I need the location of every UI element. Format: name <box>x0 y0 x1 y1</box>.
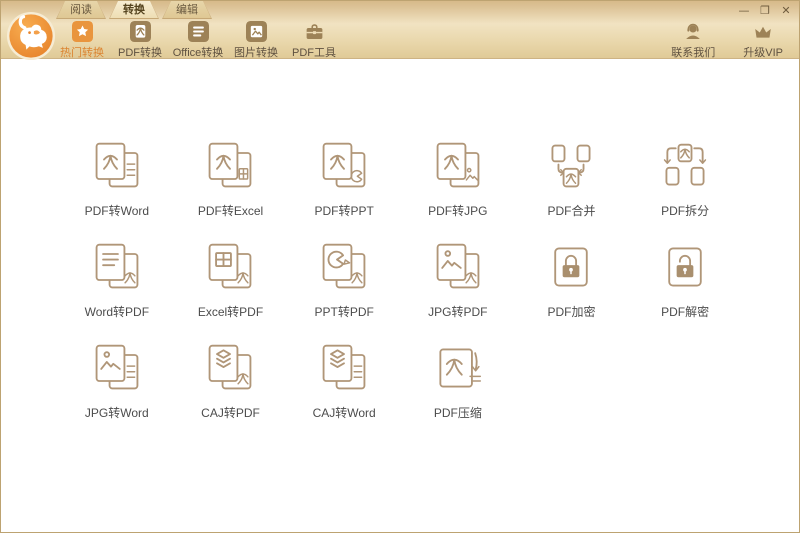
grid-item-pdf-decrypt[interactable]: PDF解密 <box>628 229 742 330</box>
toolbar-item-image-file[interactable]: 图片转换 <box>227 21 285 60</box>
window-controls: — ❐ ✕ <box>737 4 793 18</box>
tab-edit[interactable]: 编辑 <box>162 1 212 19</box>
headset-person-icon <box>682 21 704 42</box>
toolbar-item-star[interactable]: 热门转换 <box>53 21 111 60</box>
conversion-grid: PDF转Word PDF转Excel PDF转PPT PDF转JPG PDF合并 PDF拆… <box>60 128 742 431</box>
app-window: { "window": { "controls": { "minimize": … <box>0 0 800 533</box>
grid-item-label: Excel转PDF <box>197 305 264 319</box>
header: 阅读 转换 编辑 热门转换 PDF转换 Office转换 图片转换 PDF工具 联系我们 升级… <box>1 1 799 61</box>
grid-item-label: CAJ转Word <box>312 406 376 420</box>
toolbar-item-label: 热门转换 <box>60 47 104 59</box>
caj-to-word-icon <box>318 342 370 394</box>
grid-item-label: CAJ转PDF <box>201 406 260 420</box>
grid-item-caj-to-pdf[interactable]: CAJ转PDF <box>174 330 288 431</box>
grid-item-pdf-to-jpg[interactable]: PDF转JPG <box>401 128 515 229</box>
grid-item-label: PDF转Excel <box>197 204 264 218</box>
grid-item-label: PDF合并 <box>547 204 596 218</box>
pdf-compress-icon <box>432 342 484 394</box>
header-action-crown[interactable]: 升级VIP <box>743 21 783 60</box>
grid-item-pdf-compress[interactable]: PDF压缩 <box>401 330 515 431</box>
header-action-headset-person[interactable]: 联系我们 <box>671 21 715 60</box>
grid-item-pdf-merge[interactable]: PDF合并 <box>515 128 629 229</box>
toolbar-item-label: Office转换 <box>172 47 224 59</box>
grid-item-label: PDF转JPG <box>428 204 488 218</box>
grid-item-excel-to-pdf[interactable]: Excel转PDF <box>174 229 288 330</box>
grid-item-label: Word转PDF <box>84 305 150 319</box>
caj-to-pdf-icon <box>204 342 256 394</box>
toolbar: 热门转换 PDF转换 Office转换 图片转换 PDF工具 <box>53 21 343 60</box>
app-logo-icon[interactable] <box>6 11 56 61</box>
grid-item-label: PDF加密 <box>547 305 596 319</box>
header-right-actions: 联系我们 升级VIP <box>671 21 783 60</box>
header-action-label: 升级VIP <box>743 47 783 59</box>
grid-item-label: PPT转PDF <box>314 305 374 319</box>
excel-to-pdf-icon <box>204 241 256 293</box>
word-to-pdf-icon <box>91 241 143 293</box>
star-icon <box>71 21 93 42</box>
grid-item-label: PDF转Word <box>84 204 150 218</box>
toolbar-item-pdf-file[interactable]: PDF转换 <box>111 21 169 60</box>
grid-item-label: PDF拆分 <box>661 204 710 218</box>
toolbar-item-label: PDF工具 <box>292 47 336 59</box>
tab-label: 编辑 <box>176 4 198 16</box>
minimize-button[interactable]: — <box>737 4 751 18</box>
close-button[interactable]: ✕ <box>779 4 793 18</box>
grid-item-pdf-to-word[interactable]: PDF转Word <box>60 128 174 229</box>
grid-item-jpg-to-word[interactable]: JPG转Word <box>60 330 174 431</box>
toolbar-item-office-doc[interactable]: Office转换 <box>169 21 227 60</box>
jpg-to-pdf-icon <box>432 241 484 293</box>
grid-item-label: PDF压缩 <box>433 406 482 420</box>
jpg-to-word-icon <box>91 342 143 394</box>
crown-icon <box>752 21 774 42</box>
grid-item-pdf-split[interactable]: PDF拆分 <box>628 128 742 229</box>
pdf-to-excel-icon <box>204 140 256 192</box>
tab-convert[interactable]: 转换 <box>109 1 159 19</box>
toolbar-item-label: PDF转换 <box>118 47 162 59</box>
grid-item-pdf-encrypt[interactable]: PDF加密 <box>515 229 629 330</box>
image-file-icon <box>245 21 267 42</box>
maximize-button[interactable]: ❐ <box>758 4 772 18</box>
pdf-to-ppt-icon <box>318 140 370 192</box>
grid-item-word-to-pdf[interactable]: Word转PDF <box>60 229 174 330</box>
grid-item-pdf-to-excel[interactable]: PDF转Excel <box>174 128 288 229</box>
grid-item-jpg-to-pdf[interactable]: JPG转PDF <box>401 229 515 330</box>
grid-item-label: JPG转Word <box>84 406 149 420</box>
office-doc-icon <box>187 21 209 42</box>
pdf-to-jpg-icon <box>432 140 484 192</box>
pdf-file-icon <box>129 21 151 42</box>
grid-item-label: JPG转PDF <box>428 305 488 319</box>
grid-item-label: PDF转PPT <box>314 204 374 218</box>
grid-item-caj-to-word[interactable]: CAJ转Word <box>287 330 401 431</box>
toolbar-item-label: 图片转换 <box>234 47 278 59</box>
tab-label: 转换 <box>123 4 145 16</box>
header-action-label: 联系我们 <box>671 47 716 59</box>
title-tab-strip: 阅读 转换 编辑 <box>56 1 212 19</box>
grid-item-ppt-to-pdf[interactable]: PPT转PDF <box>287 229 401 330</box>
ppt-to-pdf-icon <box>318 241 370 293</box>
toolbar-item-toolbox[interactable]: PDF工具 <box>285 21 343 60</box>
pdf-merge-icon <box>545 140 597 192</box>
pdf-split-icon <box>659 140 711 192</box>
tab-label: 阅读 <box>70 4 92 16</box>
pdf-to-word-icon <box>91 140 143 192</box>
grid-item-label: PDF解密 <box>661 305 710 319</box>
tab-read[interactable]: 阅读 <box>56 1 106 19</box>
pdf-decrypt-icon <box>659 241 711 293</box>
grid-item-pdf-to-ppt[interactable]: PDF转PPT <box>287 128 401 229</box>
pdf-encrypt-icon <box>545 241 597 293</box>
toolbox-icon <box>304 21 325 42</box>
